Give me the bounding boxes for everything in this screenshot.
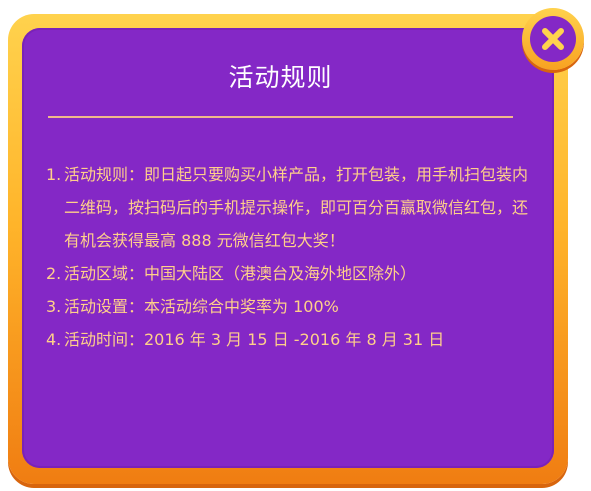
close-button[interactable]: [522, 8, 584, 70]
dialog-title: 活动规则: [228, 63, 333, 92]
rules-list: 1. 活动规则：即日起只要购买小样产品，打开包装，用手机扫包装内二维码，按扫码后…: [46, 158, 536, 356]
title-divider: [48, 116, 513, 118]
rule-text: 活动规则：即日起只要购买小样产品，打开包装，用手机扫包装内二维码，按扫码后的手机…: [64, 165, 529, 250]
rule-item: 1. 活动规则：即日起只要购买小样产品，打开包装，用手机扫包装内二维码，按扫码后…: [46, 158, 536, 257]
rule-number: 2.: [46, 264, 62, 283]
rule-number: 1.: [46, 165, 62, 184]
rule-item: 4. 活动时间：2016 年 3 月 15 日 -2016 年 8 月 31 日: [46, 323, 536, 356]
rule-text: 活动区域：中国大陆区（港澳台及海外地区除外）: [64, 264, 417, 283]
rule-text: 活动设置：本活动综合中奖率为 100%: [64, 297, 339, 316]
rule-item: 2. 活动区域：中国大陆区（港澳台及海外地区除外）: [46, 257, 536, 290]
rule-text: 活动时间：2016 年 3 月 15 日 -2016 年 8 月 31 日: [64, 330, 445, 349]
rule-item: 3. 活动设置：本活动综合中奖率为 100%: [46, 290, 536, 323]
close-button-face[interactable]: [530, 16, 576, 62]
rule-number: 3.: [46, 297, 62, 316]
close-icon: [542, 28, 564, 50]
rule-number: 4.: [46, 330, 62, 349]
